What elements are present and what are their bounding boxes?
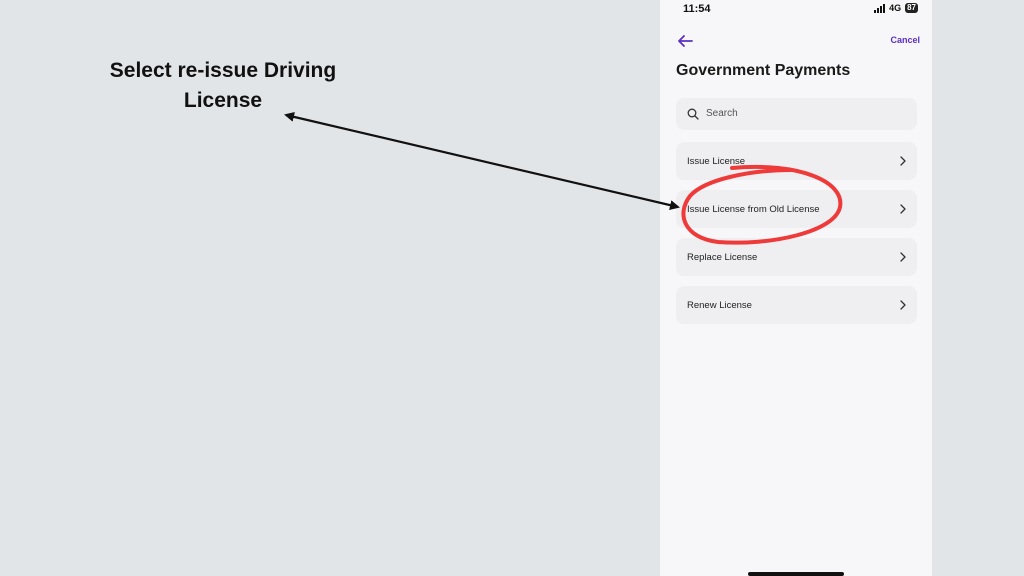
service-item-label: Issue License — [687, 156, 746, 167]
double-arrow — [284, 111, 680, 211]
home-indicator — [748, 572, 844, 576]
network-type: 4G — [889, 3, 902, 13]
service-item-label: Issue License from Old License — [687, 204, 820, 215]
caption-line-1: Select re-issue Driving — [109, 59, 337, 82]
status-bar: 11:54 4G 87 — [660, 0, 932, 20]
signal-icon — [874, 3, 886, 13]
page-title: Government Payments — [676, 62, 851, 79]
service-item-label: Renew License — [687, 300, 752, 311]
search-placeholder: Search — [706, 108, 738, 119]
chevron-right-icon — [900, 156, 906, 166]
search-input[interactable]: Search — [676, 98, 917, 130]
chevron-right-icon — [900, 204, 906, 214]
service-item-issue-license[interactable]: Issue License — [676, 142, 917, 180]
cancel-button[interactable]: Cancel — [890, 35, 920, 45]
back-arrow-icon[interactable] — [676, 33, 694, 49]
search-icon — [687, 108, 699, 120]
service-item-label: Replace License — [687, 252, 758, 263]
status-time: 11:54 — [683, 3, 711, 15]
battery-icon: 87 — [905, 3, 918, 13]
service-item-replace-license[interactable]: Replace License — [676, 238, 917, 276]
service-item-renew-license[interactable]: Renew License — [676, 286, 917, 324]
status-indicators: 4G 87 — [874, 3, 918, 13]
caption-line-2: License — [183, 89, 263, 112]
chevron-right-icon — [900, 300, 906, 310]
phone-screen: 11:54 4G 87 Cancel Government Payments S… — [660, 0, 932, 576]
chevron-right-icon — [900, 252, 906, 262]
service-item-issue-license-from-old[interactable]: Issue License from Old License — [676, 190, 917, 228]
instruction-caption: Select re-issue Driving License — [92, 56, 354, 116]
